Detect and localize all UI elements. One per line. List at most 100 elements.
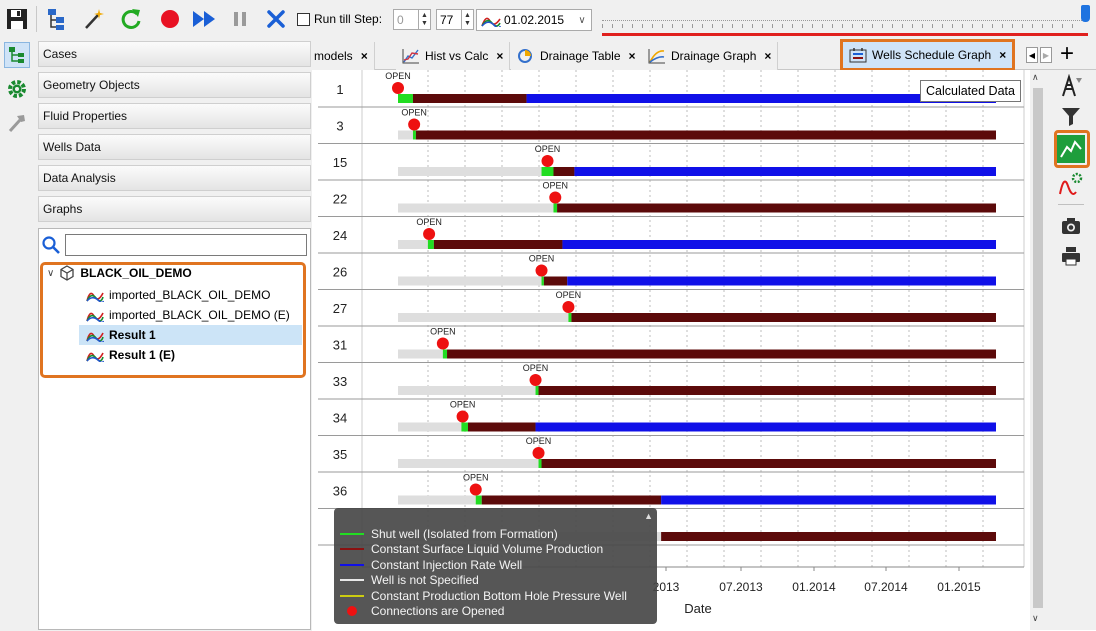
section-cases[interactable]: Cases <box>38 41 311 67</box>
tab-drainage-graph[interactable]: Drainage Graph × <box>642 42 779 70</box>
schedule-bar-production <box>433 240 563 249</box>
open-label: OPEN <box>450 400 476 410</box>
tree-view-icon[interactable] <box>4 42 30 68</box>
schedule-bar-production <box>447 349 996 359</box>
timeline-progress <box>602 33 1088 36</box>
close-icon[interactable]: × <box>629 49 636 63</box>
schedule-bar-unspecified <box>398 313 569 322</box>
schedule-bar-unspecified <box>398 422 462 432</box>
wells-schedule-icon <box>849 48 867 63</box>
camera-icon[interactable] <box>1057 212 1085 240</box>
close-icon[interactable]: × <box>764 49 771 63</box>
pause-icon[interactable] <box>226 5 254 33</box>
well-rig-icon[interactable] <box>1057 72 1085 100</box>
gear-icon[interactable] <box>4 76 30 102</box>
schedule-bar-production <box>541 459 996 468</box>
well-label: 15 <box>333 155 347 170</box>
spinner-arrows-icon[interactable]: ▲ ▼ <box>418 10 430 29</box>
chevron-down-icon[interactable]: ∨ <box>573 15 591 26</box>
tab-models[interactable]: models × <box>312 42 375 70</box>
tab-drainage-table[interactable]: Drainage Table × <box>511 42 643 70</box>
well-label: 35 <box>333 447 347 462</box>
schedule-bar-production <box>467 422 536 432</box>
add-tab-icon[interactable]: + <box>1060 41 1074 67</box>
stop-x-icon[interactable] <box>262 5 290 33</box>
tab-bar: models × Hist vs Calc × Drainage Table × Dr… <box>312 38 1096 71</box>
run-till-checkbox[interactable] <box>297 12 310 26</box>
refresh-icon[interactable] <box>117 5 145 33</box>
connection-opened-marker <box>529 374 542 386</box>
connection-opened-marker <box>549 191 562 204</box>
timeline-slider-track[interactable] <box>602 18 1088 21</box>
close-icon[interactable]: × <box>361 49 368 63</box>
close-icon[interactable]: × <box>496 49 503 63</box>
schedule-bar-unspecified <box>398 349 443 359</box>
step-from-spinner[interactable]: 0 ▲ ▼ <box>393 9 431 30</box>
record-icon[interactable] <box>156 5 184 33</box>
legend-label: Constant Surface Liquid Volume Productio… <box>371 542 604 557</box>
connection-opened-marker <box>456 410 469 423</box>
connection-opened-marker <box>535 264 548 277</box>
open-label: OPEN <box>523 363 549 373</box>
schedule-bar-injection <box>574 167 996 176</box>
close-icon[interactable]: × <box>999 48 1006 62</box>
schedule-bar-production <box>412 94 527 103</box>
connection-opened-marker <box>392 82 404 94</box>
run-till-step[interactable]: Run till Step: <box>297 10 382 28</box>
calculated-data-icon[interactable] <box>1057 135 1085 163</box>
chevron-up-icon[interactable]: ∧ <box>1032 72 1039 83</box>
drainage-table-icon <box>518 49 532 63</box>
chart-scrollbar[interactable]: ∧ ∨ <box>1030 70 1046 630</box>
right-tool-strip <box>1046 70 1096 630</box>
connection-opened-marker <box>562 301 575 313</box>
tab-scroll-left-icon[interactable]: ◀ <box>1026 47 1038 63</box>
tab-hist-vs-calc[interactable]: Hist vs Calc × <box>396 42 511 70</box>
well-label: 34 <box>333 411 347 426</box>
schedule-bar-production <box>538 386 996 395</box>
hammer-icon[interactable] <box>4 110 30 136</box>
legend-item: Constant Injection Rate Well <box>340 557 657 573</box>
save-icon[interactable] <box>3 5 31 33</box>
well-label: 31 <box>333 338 347 353</box>
step-to-spinner[interactable]: 77 ▲ ▼ <box>436 9 474 30</box>
curve-settings-icon[interactable] <box>1057 170 1085 198</box>
schedule-bar-shut <box>553 203 558 213</box>
schedule-bar-unspecified <box>398 130 413 140</box>
legend-line-swatch <box>340 548 364 551</box>
open-label: OPEN <box>543 181 569 191</box>
chevron-down-icon[interactable]: ∨ <box>1032 613 1039 624</box>
search-input[interactable] <box>65 234 307 256</box>
timeline-slider-thumb[interactable] <box>1081 5 1090 22</box>
print-icon[interactable] <box>1057 242 1085 270</box>
tab-wells-schedule-graph[interactable]: Wells Schedule Graph × <box>840 39 1016 71</box>
spinner-arrows-icon[interactable]: ▲ ▼ <box>461 10 473 29</box>
tab-scroll-right-icon[interactable]: ▶ <box>1040 47 1052 63</box>
legend-item: Constant Production Bottom Hole Pressure… <box>340 588 657 604</box>
collapse-legend-icon[interactable]: ▲ <box>644 511 653 521</box>
section-geometry-objects[interactable]: Geometry Objects <box>38 72 311 98</box>
open-label: OPEN <box>529 254 555 264</box>
open-label: OPEN <box>385 71 411 81</box>
run-till-label: Run till Step: <box>314 12 383 26</box>
well-label: 3 <box>336 119 343 134</box>
section-data-analysis[interactable]: Data Analysis <box>38 165 311 191</box>
date-combobox[interactable]: 01.02.2015 ∨ <box>476 9 592 31</box>
section-graphs[interactable]: Graphs <box>38 196 311 222</box>
x-tick-label: 01.2014 <box>792 580 836 594</box>
fast-forward-icon[interactable] <box>190 5 218 33</box>
tree-structure-icon[interactable] <box>42 5 70 33</box>
schedule-bar-production <box>543 276 568 286</box>
section-wells-data[interactable]: Wells Data <box>38 134 311 160</box>
filter-icon[interactable] <box>1057 102 1085 130</box>
section-fluid-properties[interactable]: Fluid Properties <box>38 103 311 129</box>
result-curve-icon <box>481 17 501 27</box>
schedule-bar-shut <box>412 130 416 140</box>
well-label: 27 <box>333 301 347 316</box>
schedule-bar-production <box>557 203 996 213</box>
scrollbar-thumb[interactable] <box>1033 88 1043 608</box>
search-icon[interactable] <box>41 235 61 255</box>
connection-opened-marker <box>541 155 554 167</box>
magic-wand-icon[interactable] <box>80 5 108 33</box>
legend-item: Constant Surface Liquid Volume Productio… <box>340 542 657 558</box>
date-value: 01.02.2015 <box>504 13 565 27</box>
